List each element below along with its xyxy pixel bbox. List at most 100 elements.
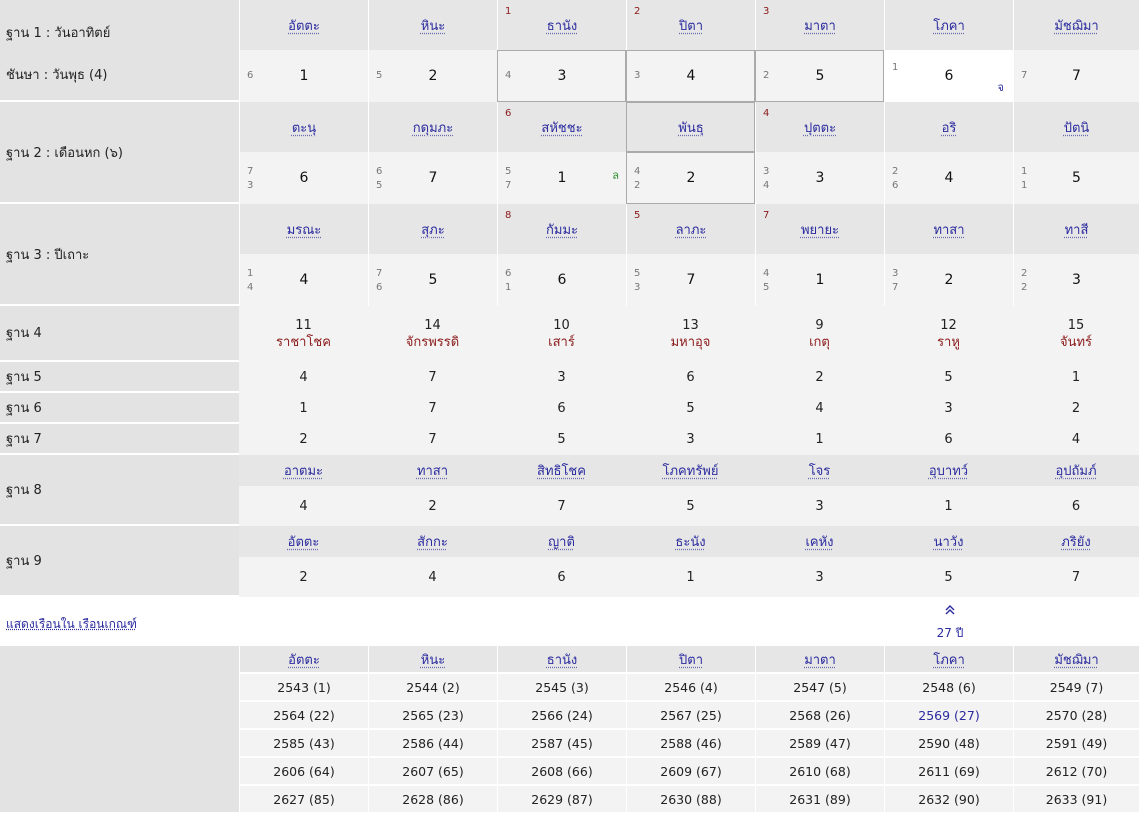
r4-cell-3: 13 มหาอุจ [626, 306, 755, 362]
year-cell: 2566 (24) [497, 702, 626, 730]
r3-cell-3: 537 [626, 254, 755, 306]
house-name[interactable]: ทาสี [1065, 223, 1089, 238]
year-cell: 2549 (7) [1013, 674, 1139, 702]
chevron-up-icon[interactable] [938, 604, 962, 619]
year-header[interactable]: โภคา [884, 646, 1013, 674]
r9-cell: 4 [368, 557, 497, 597]
r9-name[interactable]: ธะนัง [626, 526, 755, 557]
r1-name-0[interactable]: อัตตะ [239, 0, 368, 50]
r1-name-1[interactable]: หินะ [368, 0, 497, 50]
r1-cell-1: 52 [368, 50, 497, 102]
r1-name-3[interactable]: 2 ปิตา [626, 0, 755, 50]
year-table: อัตตะ หินะ ธานัง ปิตา มาตา โภคา มัชฌิมา … [0, 646, 1139, 814]
r2-name-5[interactable]: อริ [884, 102, 1013, 152]
r8-name[interactable]: อุปถัมภ์ [1013, 455, 1139, 486]
r2-name-6[interactable]: ปัตนิ [1013, 102, 1139, 152]
house-name[interactable]: อริ [942, 121, 957, 136]
r8-cell: 7 [497, 486, 626, 526]
house-name[interactable]: อัตตะ [288, 19, 320, 34]
year-cell: 2627 (85) [239, 786, 368, 814]
year-cell: 2565 (23) [368, 702, 497, 730]
r3-name-1[interactable]: สุภะ [368, 204, 497, 254]
r8-cell: 4 [239, 486, 368, 526]
year-cell: 2568 (26) [755, 702, 884, 730]
r8-name[interactable]: สิทธิโชค [497, 455, 626, 486]
year-header[interactable]: ปิตา [626, 646, 755, 674]
r2-name-2[interactable]: 6 สหัชชะ [497, 102, 626, 152]
r1-name-2[interactable]: 1 ธานัง [497, 0, 626, 50]
r9-name[interactable]: อัตตะ [239, 526, 368, 557]
house-name[interactable]: สุภะ [421, 223, 445, 238]
house-name[interactable]: กดุมภะ [413, 121, 453, 136]
house-name[interactable]: ทาสา [933, 223, 964, 238]
house-name[interactable]: หินะ [421, 19, 445, 34]
r9-name[interactable]: นาวัง [884, 526, 1013, 557]
year-header[interactable]: มาตา [755, 646, 884, 674]
r6-cell: 2 [1013, 393, 1139, 424]
year-header[interactable]: อัตตะ [239, 646, 368, 674]
house-name[interactable]: มัชฌิมา [1054, 19, 1098, 34]
r2-name-3[interactable]: พันธุ [626, 102, 755, 152]
r2-cell-6: 115 [1013, 152, 1139, 204]
house-name[interactable]: ธานัง [547, 19, 577, 34]
house-name[interactable]: ตะนุ [292, 121, 316, 136]
r9-name[interactable]: เคหัง [755, 526, 884, 557]
r5-cell: 6 [626, 362, 755, 393]
r9-name[interactable]: ญาติ [497, 526, 626, 557]
r1-name-4[interactable]: 3 มาตา [755, 0, 884, 50]
house-name[interactable]: กัมมะ [546, 223, 578, 238]
year-cell: 2631 (89) [755, 786, 884, 814]
r3-cell-4: 451 [755, 254, 884, 306]
r4-cell-4: 9 เกตุ [755, 306, 884, 362]
r3-name-6[interactable]: ทาสี [1013, 204, 1139, 254]
house-name[interactable]: ปิตา [679, 19, 703, 34]
house-name[interactable]: พันธุ [678, 121, 703, 136]
house-name[interactable]: ปัตนิ [1064, 121, 1090, 136]
r7-cell: 1 [755, 424, 884, 455]
r1-cell-5: 16จ [884, 50, 1013, 102]
show-houses-link[interactable]: แสดงเรือนใน เรือนเกณฑ์ [6, 615, 137, 634]
r1-name-6[interactable]: มัชฌิมา [1013, 0, 1139, 50]
r3-name-3[interactable]: 5 ลาภะ [626, 204, 755, 254]
r2-cell-3: 422 [626, 152, 755, 204]
r1-cell-6: 77 [1013, 50, 1139, 102]
year-cell: 2548 (6) [884, 674, 1013, 702]
r3-name-4[interactable]: 7 พยายะ [755, 204, 884, 254]
r3-cell-5: 372 [884, 254, 1013, 306]
r2-cell-4: 343 [755, 152, 884, 204]
r2-name-1[interactable]: กดุมภะ [368, 102, 497, 152]
r3-name-0[interactable]: มรณะ [239, 204, 368, 254]
house-name[interactable]: พยายะ [801, 223, 839, 238]
house-name[interactable]: โภคา [933, 19, 965, 34]
r8-name[interactable]: โภคทรัพย์ [626, 455, 755, 486]
r7-cell: 5 [497, 424, 626, 455]
r8-name[interactable]: โจร [755, 455, 884, 486]
r9-cell: 2 [239, 557, 368, 597]
r8-name[interactable]: ทาสา [368, 455, 497, 486]
house-name[interactable]: ปุตตะ [804, 121, 836, 136]
r9-name[interactable]: สักกะ [368, 526, 497, 557]
r1-name-5[interactable]: โภคา [884, 0, 1013, 50]
r2-name-0[interactable]: ตะนุ [239, 102, 368, 152]
r2-name-4[interactable]: 4 ปุตตะ [755, 102, 884, 152]
r5-cell: 3 [497, 362, 626, 393]
r6-cell: 5 [626, 393, 755, 424]
r3-name-2[interactable]: 8 กัมมะ [497, 204, 626, 254]
year-header[interactable]: ธานัง [497, 646, 626, 674]
horoscope-page: ฐาน 1 : วันอาทิตย์ ชันษา : วันพุธ (4) อั… [0, 0, 1139, 814]
base-3-label: ฐาน 3 : ปีเถาะ [0, 204, 239, 306]
r3-name-5[interactable]: ทาสา [884, 204, 1013, 254]
r8-name[interactable]: อุบาทว์ [884, 455, 1013, 486]
house-name[interactable]: สหัชชะ [541, 121, 582, 136]
house-name[interactable]: มาตา [804, 19, 836, 34]
age-years: 27 ปี [936, 626, 964, 640]
main-grid: ฐาน 1 : วันอาทิตย์ ชันษา : วันพุธ (4) อั… [0, 0, 1139, 597]
r8-cell: 5 [626, 486, 755, 526]
r9-name[interactable]: ภริยัง [1013, 526, 1139, 557]
year-cell: 2544 (2) [368, 674, 497, 702]
r8-name[interactable]: อาตมะ [239, 455, 368, 486]
year-header[interactable]: มัชฌิมา [1013, 646, 1139, 674]
house-name[interactable]: ลาภะ [676, 223, 707, 238]
year-header[interactable]: หินะ [368, 646, 497, 674]
house-name[interactable]: มรณะ [287, 223, 322, 238]
